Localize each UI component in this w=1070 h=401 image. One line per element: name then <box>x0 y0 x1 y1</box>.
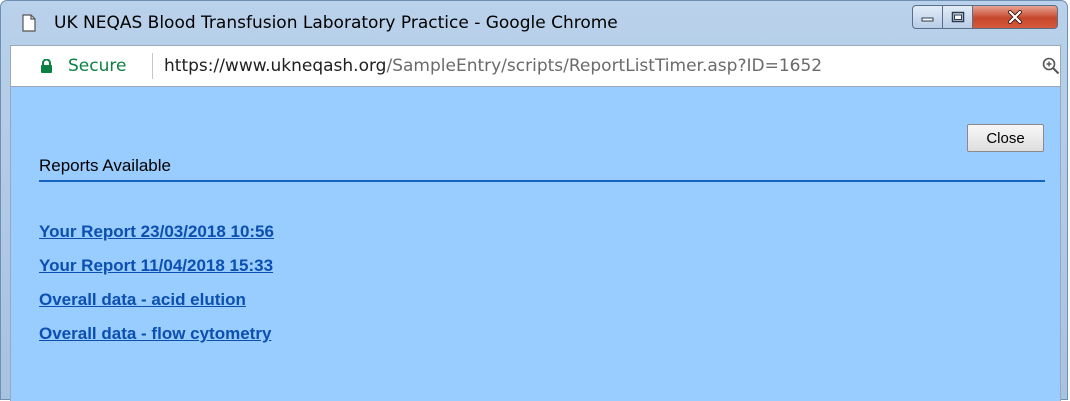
page-content: Close Reports Available Your Report 23/0… <box>10 87 1061 401</box>
window-title: UK NEQAS Blood Transfusion Laboratory Pr… <box>54 13 618 33</box>
report-link[interactable]: Your Report 23/03/2018 10:56 <box>39 222 274 256</box>
url-path: /SampleEntry/scripts/ReportListTimer.asp… <box>386 56 823 76</box>
minimize-button[interactable] <box>912 5 943 29</box>
reports-heading: Reports Available <box>39 156 171 175</box>
window-close-button[interactable] <box>973 5 1058 29</box>
report-list: Your Report 23/03/2018 10:56 Your Report… <box>39 222 274 358</box>
browser-popup-window: UK NEQAS Blood Transfusion Laboratory Pr… <box>0 0 1068 401</box>
report-link[interactable]: Your Report 11/04/2018 15:33 <box>39 256 274 290</box>
url-text[interactable]: https://www.ukneqash.org/SampleEntry/scr… <box>164 56 822 76</box>
address-bar[interactable]: Secure https://www.ukneqash.org/SampleEn… <box>10 45 1061 87</box>
url-host: https://www.ukneqash.org <box>164 56 387 76</box>
maximize-icon <box>951 11 964 23</box>
close-icon <box>1008 10 1022 24</box>
report-link[interactable]: Overall data - acid elution <box>39 290 274 324</box>
address-separator <box>152 53 153 79</box>
heading-divider <box>39 180 1045 182</box>
maximize-button[interactable] <box>943 5 973 29</box>
minimize-icon <box>921 17 933 22</box>
lock-icon <box>41 59 52 73</box>
page-icon <box>22 14 36 32</box>
report-link[interactable]: Overall data - flow cytometry <box>39 324 274 358</box>
secure-label[interactable]: Secure <box>68 56 126 76</box>
title-bar[interactable]: UK NEQAS Blood Transfusion Laboratory Pr… <box>1 1 1067 45</box>
zoom-icon[interactable] <box>1042 57 1060 75</box>
close-button[interactable]: Close <box>967 124 1044 152</box>
